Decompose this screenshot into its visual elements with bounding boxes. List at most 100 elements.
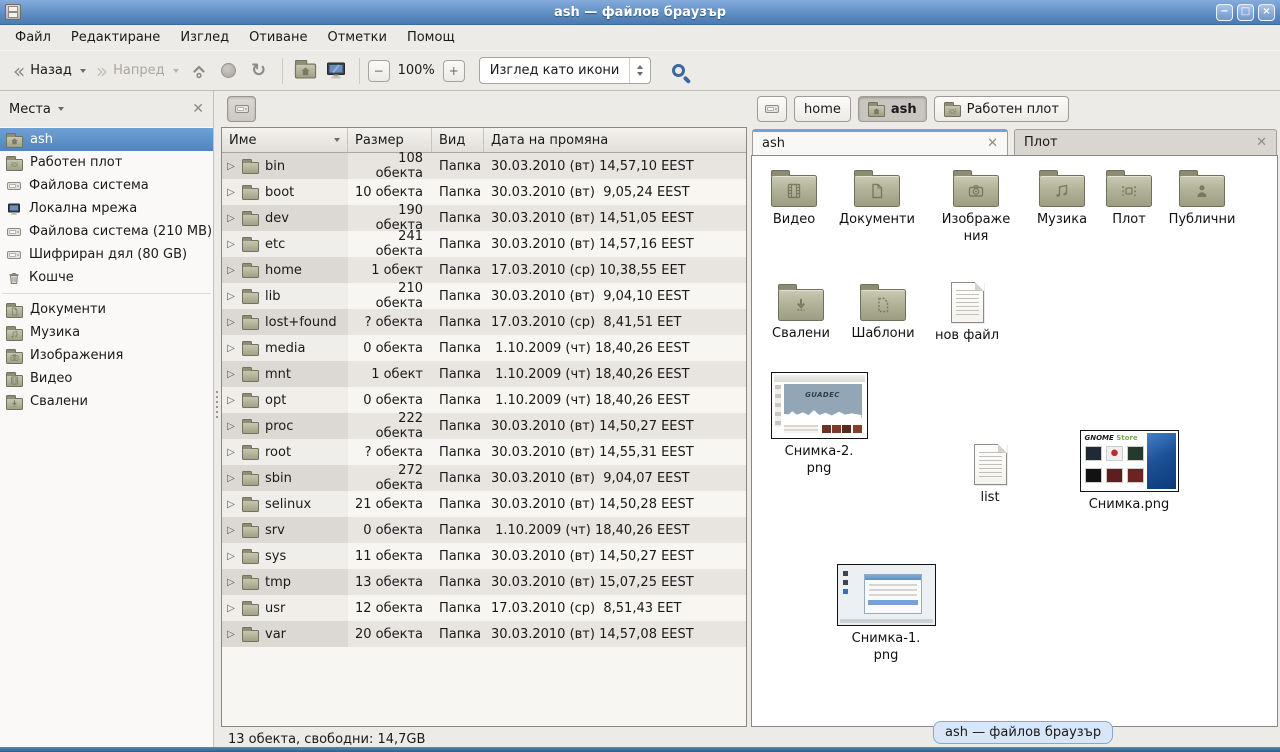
expander-icon[interactable]: ▷ — [226, 317, 236, 328]
table-row[interactable]: ▷etc241 обектаПапка30.03.2010 (вт) 14,57… — [222, 231, 746, 257]
tab-1[interactable]: Плот✕ — [1014, 129, 1277, 155]
table-row[interactable]: ▷dev190 обектаПапка30.03.2010 (вт) 14,51… — [222, 205, 746, 231]
tab-close-icon[interactable]: ✕ — [1256, 135, 1267, 150]
expander-icon[interactable]: ▷ — [226, 525, 236, 536]
sidebar-title[interactable]: Места — [9, 102, 51, 117]
sidebar-item-0[interactable]: ash — [0, 128, 213, 151]
table-row[interactable]: ▷opt0 обектаПапка 1.10.2009 (чт) 18,40,2… — [222, 387, 746, 413]
expander-icon[interactable]: ▷ — [226, 473, 236, 484]
pane-splitter[interactable] — [214, 91, 219, 751]
reload-button[interactable]: ↻ — [244, 57, 274, 85]
expander-icon[interactable]: ▷ — [226, 421, 236, 432]
sidebar-item-10[interactable]: Изображения — [0, 344, 213, 367]
tab-0[interactable]: ash✕ — [752, 129, 1008, 155]
sidebar-item-8[interactable]: Документи — [0, 298, 213, 321]
breadcrumb-button-1[interactable]: home — [794, 96, 851, 122]
sidebar-close-icon[interactable]: ✕ — [192, 101, 204, 117]
titlebar[interactable]: ash — файлов браузър − □ × — [0, 0, 1280, 25]
folder-item[interactable]: Изображения — [932, 168, 1020, 246]
file-item[interactable]: Снимка-1.png — [836, 564, 936, 665]
maximize-button[interactable]: □ — [1237, 4, 1254, 21]
expander-icon[interactable]: ▷ — [226, 577, 236, 588]
sidebar-item-11[interactable]: Видео — [0, 367, 213, 390]
menu-item-3[interactable]: Отиване — [240, 27, 316, 48]
file-item[interactable]: GUADECСнимка-2.png — [769, 372, 869, 478]
up-button[interactable] — [184, 57, 214, 85]
minimize-button[interactable]: − — [1216, 4, 1233, 21]
table-row[interactable]: ▷tmp13 обектаПапка30.03.2010 (вт) 15,07,… — [222, 569, 746, 595]
menu-item-4[interactable]: Отметки — [318, 27, 395, 48]
expander-icon[interactable]: ▷ — [226, 291, 236, 302]
back-dropdown-icon[interactable] — [80, 69, 86, 73]
expander-icon[interactable]: ▷ — [226, 369, 236, 380]
breadcrumb-button-3[interactable]: Работен плот — [934, 96, 1069, 122]
close-button[interactable]: × — [1258, 4, 1275, 21]
expander-icon[interactable]: ▷ — [226, 343, 236, 354]
expander-icon[interactable]: ▷ — [226, 499, 236, 510]
view-mode-select[interactable]: Изглед като икони — [479, 57, 652, 84]
spin-up-icon[interactable] — [637, 65, 643, 69]
expander-icon[interactable]: ▷ — [226, 551, 236, 562]
back-button[interactable]: « Назад — [8, 59, 91, 83]
sidebar-item-2[interactable]: Файлова система — [0, 174, 213, 197]
root-breadcrumb-button[interactable] — [227, 96, 256, 122]
file-item[interactable]: нов файл — [923, 282, 1011, 345]
table-row[interactable]: ▷selinux21 обектаПапка30.03.2010 (вт) 14… — [222, 491, 746, 517]
sidebar-item-3[interactable]: Локална мрежа — [0, 197, 213, 220]
table-row[interactable]: ▷var20 обектаПапка30.03.2010 (вт) 14,57,… — [222, 621, 746, 647]
menu-item-0[interactable]: Файл — [6, 27, 60, 48]
sidebar-title-dropdown-icon[interactable] — [58, 107, 64, 111]
folder-item[interactable]: Публични — [1158, 168, 1246, 229]
file-item[interactable]: GNOME StoreСнимка.png — [1079, 430, 1179, 514]
breadcrumb-button-0[interactable] — [757, 96, 787, 122]
menu-item-2[interactable]: Изглед — [171, 27, 238, 48]
zoom-in-button[interactable]: + — [443, 60, 465, 82]
spin-down-icon[interactable] — [637, 72, 643, 76]
breadcrumb-button-2[interactable]: ash — [858, 96, 927, 122]
expander-icon[interactable]: ▷ — [226, 603, 236, 614]
tab-close-icon[interactable]: ✕ — [987, 136, 998, 151]
expander-icon[interactable]: ▷ — [226, 187, 236, 198]
expander-icon[interactable]: ▷ — [226, 213, 236, 224]
table-row[interactable]: ▷bin108 обектаПапка30.03.2010 (вт) 14,57… — [222, 153, 746, 179]
expander-icon[interactable]: ▷ — [226, 239, 236, 250]
expander-icon[interactable]: ▷ — [226, 161, 236, 172]
sidebar-item-6[interactable]: Кошче — [0, 266, 213, 289]
sidebar-item-12[interactable]: Свалени — [0, 390, 213, 413]
search-button[interactable] — [663, 57, 693, 85]
table-row[interactable]: ▷home1 обектПапка17.03.2010 (ср) 10,38,5… — [222, 257, 746, 283]
table-row[interactable]: ▷root? обектаПапка30.03.2010 (вт) 14,55,… — [222, 439, 746, 465]
menu-item-1[interactable]: Редактиране — [62, 27, 169, 48]
column-header-3[interactable]: Дата на промяна — [484, 128, 746, 152]
sidebar-item-1[interactable]: Работен плот — [0, 151, 213, 174]
folder-item[interactable]: Видео — [751, 168, 838, 229]
table-row[interactable]: ▷sys11 обектаПапка30.03.2010 (вт) 14,50,… — [222, 543, 746, 569]
dragged-tab-label[interactable]: ash — файлов браузър — [933, 721, 1113, 744]
table-row[interactable]: ▷usr12 обектаПапка17.03.2010 (ср) 8,51,4… — [222, 595, 746, 621]
folder-item[interactable]: Шаблони — [839, 282, 927, 343]
table-row[interactable]: ▷media0 обектаПапка 1.10.2009 (чт) 18,40… — [222, 335, 746, 361]
home-button[interactable] — [291, 57, 321, 85]
table-row[interactable]: ▷mnt1 обектПапка 1.10.2009 (чт) 18,40,26… — [222, 361, 746, 387]
expander-icon[interactable]: ▷ — [226, 265, 236, 276]
column-header-0[interactable]: Име — [222, 128, 348, 152]
expander-icon[interactable]: ▷ — [226, 395, 236, 406]
table-row[interactable]: ▷boot10 обектаПапка30.03.2010 (вт) 9,05,… — [222, 179, 746, 205]
column-header-2[interactable]: Вид — [432, 128, 484, 152]
table-row[interactable]: ▷proc222 обектаПапка30.03.2010 (вт) 14,5… — [222, 413, 746, 439]
table-row[interactable]: ▷lost+found? обектаПапка17.03.2010 (ср) … — [222, 309, 746, 335]
folder-item[interactable]: Свалени — [757, 282, 845, 343]
expander-icon[interactable]: ▷ — [226, 447, 236, 458]
forward-button[interactable]: » Напред — [91, 59, 184, 83]
table-row[interactable]: ▷srv0 обектаПапка 1.10.2009 (чт) 18,40,2… — [222, 517, 746, 543]
sidebar-item-4[interactable]: Файлова система (210 MB) — [0, 220, 213, 243]
menu-item-5[interactable]: Помощ — [398, 27, 464, 48]
file-item[interactable]: list — [960, 444, 1020, 507]
zoom-out-button[interactable]: − — [368, 60, 390, 82]
table-row[interactable]: ▷sbin272 обектаПапка30.03.2010 (вт) 9,04… — [222, 465, 746, 491]
sidebar-item-5[interactable]: Шифриран дял (80 GB) — [0, 243, 213, 266]
column-header-1[interactable]: Размер — [348, 128, 432, 152]
sidebar-item-9[interactable]: Музика — [0, 321, 213, 344]
icon-view[interactable]: ВидеоДокументиИзображенияМузикаПлотПубли… — [751, 155, 1278, 727]
expander-icon[interactable]: ▷ — [226, 629, 236, 640]
